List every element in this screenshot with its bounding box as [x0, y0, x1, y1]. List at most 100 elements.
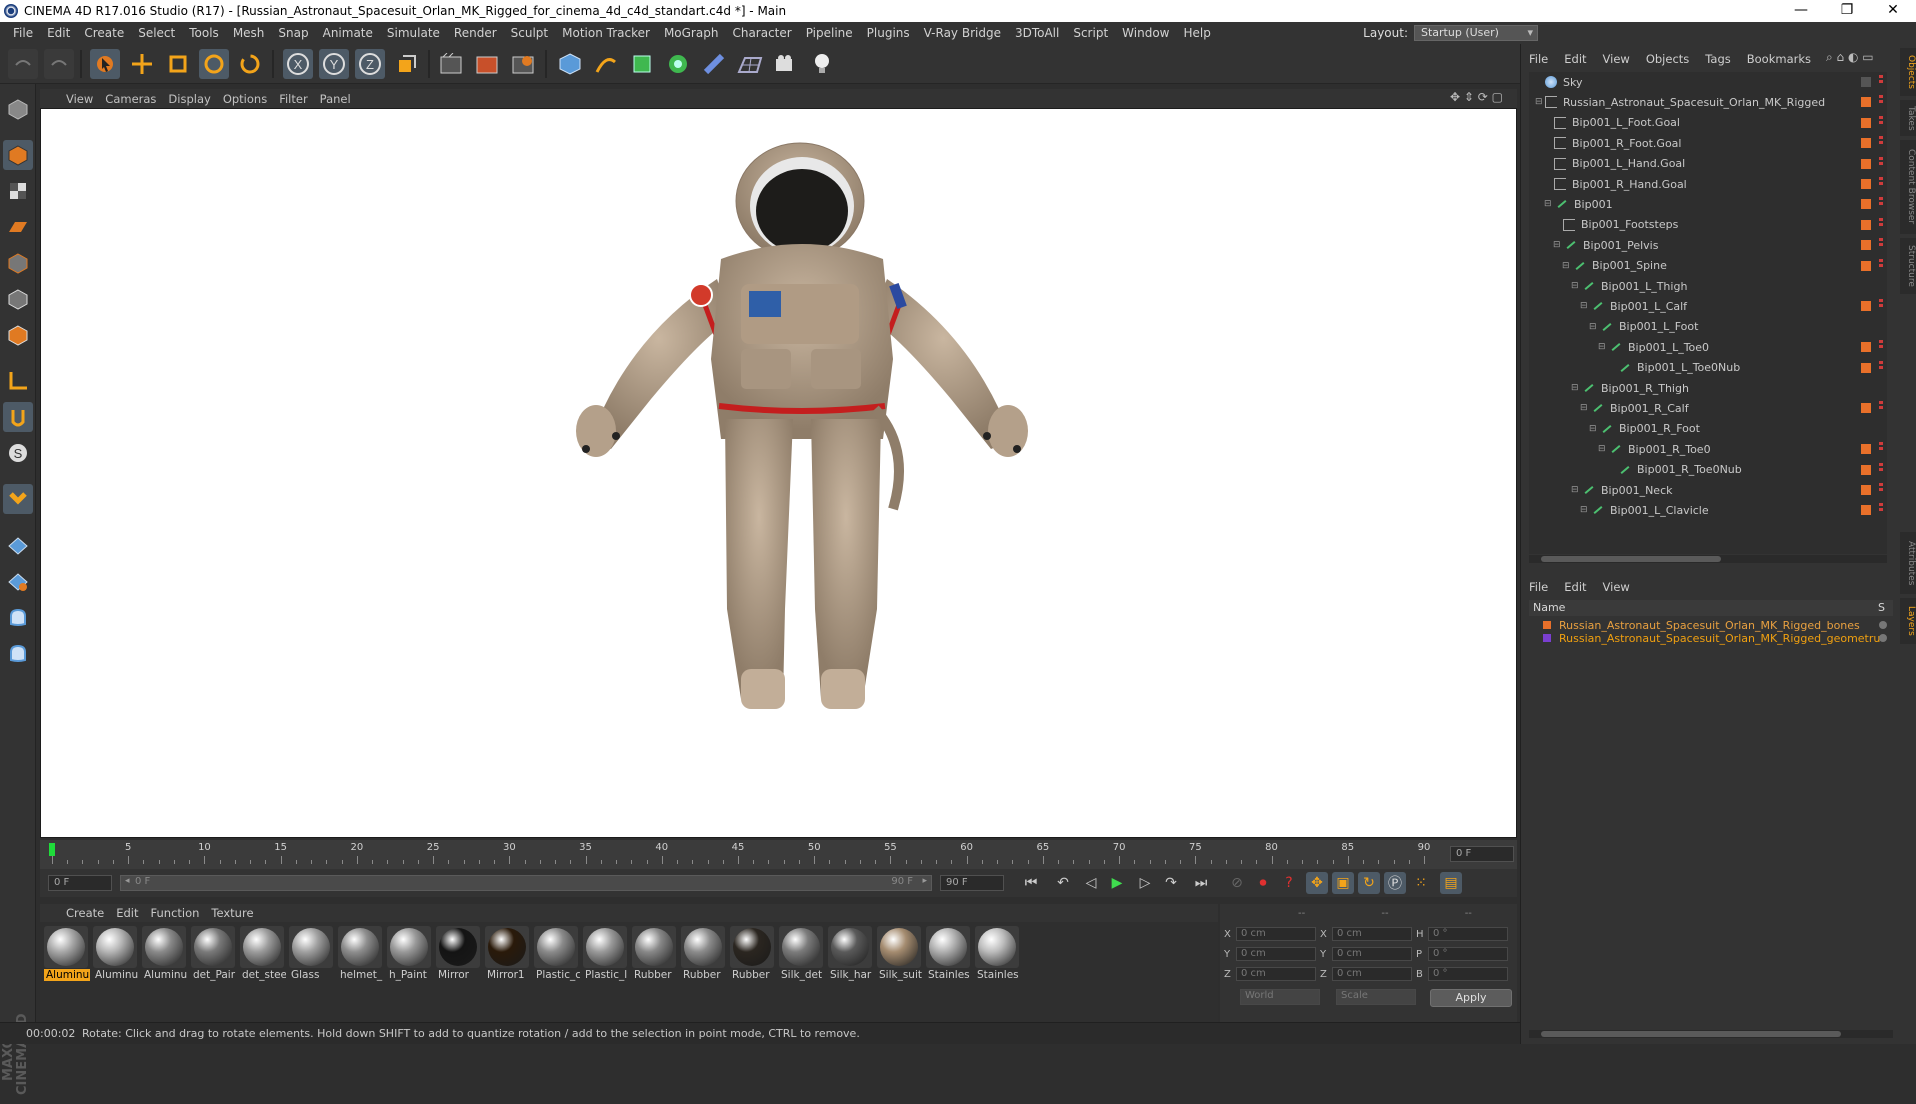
object-row[interactable]: ⊟Bip001_L_Thigh⤡	[1529, 276, 1887, 296]
menu-item-window[interactable]: Window	[1115, 26, 1176, 40]
python-icon[interactable]	[3, 602, 33, 632]
point-level-icon[interactable]: ⁙	[1410, 872, 1432, 894]
x-axis-button[interactable]: X	[283, 49, 313, 79]
menu-item-sculpt[interactable]: Sculpt	[504, 26, 555, 40]
object-row[interactable]: ⊟Bip001_R_Thigh⤡	[1529, 378, 1887, 398]
texture-mode-icon[interactable]	[3, 176, 33, 206]
go-to-end-icon[interactable]: ⏭	[1190, 872, 1212, 894]
position-key-icon[interactable]: ✥	[1306, 872, 1328, 894]
object-menu-file[interactable]: File	[1529, 52, 1564, 66]
tab-layers[interactable]: Layers	[1900, 598, 1916, 644]
menu-item-help[interactable]: Help	[1176, 26, 1217, 40]
object-row[interactable]: ⊟ Bip001_Pelvis	[1529, 235, 1887, 255]
visibility-dots[interactable]	[1879, 95, 1883, 110]
move-icon[interactable]	[127, 49, 157, 79]
layer-manager-hscroll[interactable]	[1529, 1030, 1893, 1038]
material-swatch[interactable]: Stainles	[926, 926, 972, 986]
next-key-icon[interactable]: ↷	[1160, 872, 1182, 894]
object-menu-objects[interactable]: Objects	[1646, 52, 1705, 66]
viewport-nav-icons[interactable]: ✥ ⇕ ⟳ ▢	[1450, 90, 1503, 104]
menu-item-mesh[interactable]: Mesh	[226, 26, 272, 40]
material-swatch[interactable]: Plastic_l	[583, 926, 629, 986]
material-menu-function[interactable]: Function	[151, 906, 212, 920]
object-row[interactable]: Bip001_R_Toe0Nub	[1529, 460, 1887, 480]
material-swatch[interactable]: Silk_har	[828, 926, 874, 986]
record-keys-icon[interactable]: ⊘	[1226, 872, 1248, 894]
expand-toggle-icon[interactable]: ⊟	[1535, 97, 1545, 107]
menu-item-select[interactable]: Select	[131, 26, 182, 40]
tab-attributes[interactable]: Attributes	[1900, 532, 1916, 594]
menu-item-animate[interactable]: Animate	[316, 26, 380, 40]
viewport-menu-cameras[interactable]: Cameras	[105, 92, 166, 106]
visibility-dots[interactable]	[1879, 299, 1883, 314]
expand-toggle-icon[interactable]: ⊟	[1553, 240, 1563, 250]
expand-toggle-icon[interactable]: ⊟	[1571, 383, 1581, 393]
menu-item-motion-tracker[interactable]: Motion Tracker	[555, 26, 657, 40]
start-frame-field[interactable]: 0 F	[48, 875, 112, 891]
expand-toggle-icon[interactable]: ⊟	[1562, 261, 1572, 271]
polygons-mode-icon[interactable]	[3, 320, 33, 350]
coord-value-field[interactable]: 0 °	[1428, 927, 1508, 941]
visibility-dots[interactable]	[1879, 462, 1883, 477]
viewport-menu-display[interactable]: Display	[168, 92, 220, 106]
expand-toggle-icon[interactable]: ⊟	[1571, 281, 1581, 291]
coord-value-field[interactable]: 0 °	[1428, 967, 1508, 981]
tab-takes[interactable]: Takes	[1900, 100, 1916, 136]
object-row[interactable]: Bip001_R_Hand.Goal	[1529, 174, 1887, 194]
object-menu-view[interactable]: View	[1603, 52, 1646, 66]
menu-item-character[interactable]: Character	[725, 26, 798, 40]
object-row[interactable]: Bip001_Footsteps	[1529, 215, 1887, 235]
tab-content-browser[interactable]: Content Browser	[1900, 140, 1916, 234]
next-frame-icon[interactable]: ▷	[1134, 872, 1156, 894]
menu-item-create[interactable]: Create	[77, 26, 131, 40]
camera-icon[interactable]	[771, 49, 801, 79]
workplane-icon[interactable]	[3, 212, 33, 242]
layer-solo-toggle[interactable]	[1879, 621, 1887, 629]
viewport-menu-panel[interactable]: Panel	[320, 92, 361, 106]
timeline-window-icon[interactable]: ▤	[1440, 872, 1462, 894]
material-swatch[interactable]: Plastic_c	[534, 926, 580, 986]
object-menu-tags[interactable]: Tags	[1705, 52, 1746, 66]
expand-toggle-icon[interactable]: ⊟	[1571, 485, 1581, 495]
coord-value-field[interactable]: 0 cm	[1236, 927, 1316, 941]
go-to-start-icon[interactable]: ⏮	[1020, 872, 1042, 894]
expand-toggle-icon[interactable]: ⊟	[1544, 199, 1554, 209]
recent-tools-icon[interactable]	[235, 49, 265, 79]
object-row[interactable]: ⊟ Bip001_L_Calf	[1529, 296, 1887, 316]
layer-color-swatch[interactable]	[1543, 621, 1551, 629]
live-selection-icon[interactable]	[90, 49, 120, 79]
layout-dropdown[interactable]: Startup (User)	[1414, 25, 1538, 41]
visibility-dots[interactable]	[1879, 238, 1883, 253]
material-swatch[interactable]: Rubber	[730, 926, 776, 986]
previous-key-icon[interactable]: ↶	[1052, 872, 1074, 894]
menu-item-script[interactable]: Script	[1066, 26, 1115, 40]
parameter-key-icon[interactable]: Ⓟ	[1384, 872, 1406, 894]
autokey-icon[interactable]: ⏺	[1252, 872, 1274, 894]
object-manager-nav-icons[interactable]: ⌕ ⌂ ◐ ▭	[1826, 50, 1874, 65]
timeline-ruler[interactable]: 051015202530354045505560657075808590 0 F	[40, 840, 1517, 869]
python-script-icon[interactable]	[3, 638, 33, 668]
3d-viewport[interactable]	[40, 108, 1517, 838]
object-row[interactable]: Bip001_L_Toe0Nub	[1529, 358, 1887, 378]
menu-item-v-ray-bridge[interactable]: V-Ray Bridge	[917, 26, 1008, 40]
keyframe-selection-icon[interactable]: ?	[1278, 872, 1300, 894]
object-menu-edit[interactable]: Edit	[1564, 52, 1602, 66]
material-swatch[interactable]: det_stee	[240, 926, 286, 986]
subdivision-icon[interactable]	[627, 49, 657, 79]
frame-range-slider[interactable]: ◂ 0 F 90 F ▸	[120, 875, 932, 891]
menu-item-tools[interactable]: Tools	[182, 26, 226, 40]
material-swatch[interactable]: Silk_suit	[877, 926, 923, 986]
previous-frame-icon[interactable]: ◁	[1080, 872, 1102, 894]
object-menu-bookmarks[interactable]: Bookmarks	[1747, 52, 1827, 66]
material-swatch[interactable]: det_Pair	[191, 926, 237, 986]
visibility-dots[interactable]	[1879, 197, 1883, 212]
coord-value-field[interactable]: 0 cm	[1236, 967, 1316, 981]
size-mode-dropdown[interactable]: Scale	[1336, 989, 1416, 1005]
coord-value-field[interactable]: 0 cm	[1332, 927, 1412, 941]
pen-spline-icon[interactable]	[591, 49, 621, 79]
redo-icon[interactable]	[44, 49, 74, 79]
layer-color-swatch[interactable]	[1543, 634, 1551, 642]
enable-axis-icon[interactable]	[3, 366, 33, 396]
expand-toggle-icon[interactable]: ⊟	[1598, 444, 1608, 454]
object-row[interactable]: ⊟Bip001_R_Foot⤡	[1529, 419, 1887, 439]
